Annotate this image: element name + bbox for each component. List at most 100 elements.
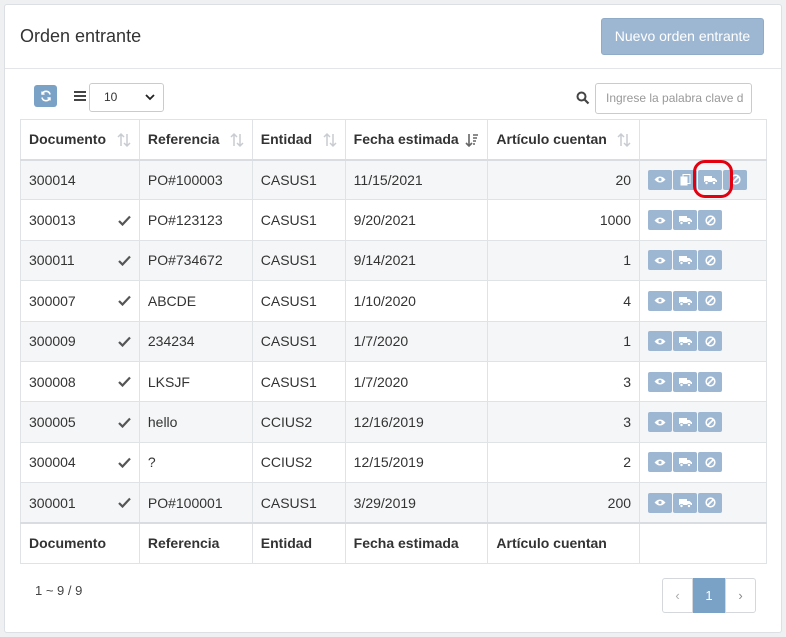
row-actions: [648, 492, 758, 513]
orders-table: Documento Referencia Entidad Fecha estim…: [20, 119, 767, 564]
document-number: 300011: [29, 252, 75, 269]
search-input[interactable]: Ingrese la palabra clave d: [595, 83, 752, 114]
document-number: 300013: [29, 212, 76, 229]
cancel-icon: [704, 214, 716, 226]
new-incoming-order-button[interactable]: Nuevo orden entrante: [601, 18, 764, 55]
column-header-entidad[interactable]: Entidad: [251, 119, 346, 161]
check-icon: [118, 296, 131, 307]
table-row[interactable]: 300009 234234 CASUS1 1/7/2020 1: [20, 320, 767, 362]
table-row[interactable]: 300004 ? CCIUS2 12/15/2019 2: [20, 441, 767, 484]
view-button[interactable]: [648, 492, 673, 513]
table-row[interactable]: 300014 PO#100003 CASUS1 11/15/2021 20: [20, 158, 767, 201]
page-size-select[interactable]: 10: [89, 83, 164, 112]
cell-documento: 300004: [20, 441, 140, 484]
cell-entidad: CASUS1: [251, 239, 346, 282]
check-icon: [118, 497, 131, 509]
cell-actions: [639, 320, 767, 362]
cancel-button[interactable]: [698, 492, 723, 513]
receive-button[interactable]: [673, 210, 698, 231]
sort-desc-icon: [465, 134, 479, 148]
row-actions: [648, 250, 758, 271]
row-actions: [648, 290, 758, 311]
cancel-icon: [704, 416, 716, 428]
footer-label-referencia: Referencia: [138, 522, 253, 564]
cancel-button[interactable]: [698, 452, 723, 473]
view-button[interactable]: [648, 169, 673, 190]
column-header-fecha-estimada[interactable]: Fecha estimada: [344, 119, 489, 161]
cell-entidad: CCIUS2: [251, 401, 346, 443]
row-actions: [648, 452, 758, 473]
column-header-articulo-cuentan[interactable]: Artículo cuentan: [487, 119, 641, 161]
cell-entidad: CASUS1: [251, 482, 346, 524]
table-row[interactable]: 300007 ABCDE CASUS1 1/10/2020 4: [20, 280, 767, 322]
receive-button[interactable]: [673, 452, 698, 473]
document-number: 300004: [29, 454, 76, 471]
pagination: ‹ 1 ›: [662, 578, 756, 613]
receive-button[interactable]: [673, 492, 698, 513]
cell-referencia: PO#734672: [138, 239, 253, 282]
cell-documento: 300005: [20, 401, 140, 443]
check-icon: [118, 336, 131, 347]
cell-fecha-estimada: 12/15/2019: [344, 441, 489, 484]
document-number: 300014: [29, 171, 76, 188]
truck-icon: [678, 417, 692, 428]
cancel-button[interactable]: [698, 371, 723, 392]
cancel-button[interactable]: [698, 250, 723, 271]
receive-button[interactable]: [673, 412, 698, 433]
truck-icon: [678, 255, 692, 266]
cell-entidad: CASUS1: [251, 320, 346, 362]
page-button-current[interactable]: 1: [693, 578, 725, 613]
cancel-icon: [704, 497, 716, 508]
sort-icon: [230, 132, 244, 148]
refresh-button[interactable]: [34, 85, 57, 107]
column-label: Entidad: [260, 131, 313, 148]
eye-icon: [654, 337, 666, 346]
highlight-annotation: [693, 160, 733, 198]
view-button[interactable]: [648, 210, 673, 231]
cell-fecha-estimada: 1/7/2020: [344, 320, 489, 362]
view-button[interactable]: [648, 331, 673, 352]
cell-referencia: ABCDE: [138, 280, 253, 322]
check-icon: [118, 215, 131, 226]
view-button[interactable]: [648, 452, 673, 473]
table-row[interactable]: 300001 PO#100001 CASUS1 3/29/2019 200: [20, 482, 767, 524]
column-header-referencia[interactable]: Referencia: [138, 119, 253, 161]
next-page-button[interactable]: ›: [725, 578, 756, 613]
page-size-value: 10: [104, 90, 118, 104]
column-header-documento[interactable]: Documento: [20, 119, 140, 161]
cell-entidad: CASUS1: [251, 158, 346, 201]
column-label: Artículo cuentan: [496, 131, 607, 148]
table-row[interactable]: 300005 hello CCIUS2 12/16/2019 3: [20, 401, 767, 443]
table-body: 300014 PO#100003 CASUS1 11/15/2021 20 30…: [20, 158, 767, 524]
cell-fecha-estimada: 1/7/2020: [344, 360, 489, 403]
cancel-icon: [704, 255, 716, 266]
cancel-button[interactable]: [698, 210, 723, 231]
table-header: Documento Referencia Entidad Fecha estim…: [20, 119, 767, 161]
cell-actions: [639, 239, 767, 282]
receive-button[interactable]: [673, 290, 698, 311]
prev-page-button[interactable]: ‹: [662, 578, 693, 613]
view-button[interactable]: [648, 290, 673, 311]
receive-button[interactable]: [673, 331, 698, 352]
cancel-button[interactable]: [698, 331, 723, 352]
table-row[interactable]: 300008 LKSJF CASUS1 1/7/2020 3: [20, 360, 767, 403]
cell-actions: [639, 401, 767, 443]
table-row[interactable]: 300011 PO#734672 CASUS1 9/14/2021 1: [20, 239, 767, 282]
table-row[interactable]: 300013 PO#123123 CASUS1 9/20/2021 1000: [20, 199, 767, 241]
cell-entidad: CASUS1: [251, 199, 346, 241]
view-button[interactable]: [648, 371, 673, 392]
check-icon: [118, 376, 131, 388]
receive-button[interactable]: [673, 371, 698, 392]
view-button[interactable]: [648, 250, 673, 271]
receive-button[interactable]: [673, 250, 698, 271]
cancel-button[interactable]: [698, 412, 723, 433]
cell-articulo-cuentan: 3: [487, 360, 641, 403]
search-icon: [576, 91, 590, 105]
cell-actions: [639, 360, 767, 403]
cancel-button[interactable]: [698, 290, 723, 311]
eye-icon: [654, 498, 666, 507]
column-label: Referencia: [147, 131, 220, 148]
cancel-icon: [704, 457, 716, 468]
truck-icon: [678, 296, 692, 306]
view-button[interactable]: [648, 412, 673, 433]
